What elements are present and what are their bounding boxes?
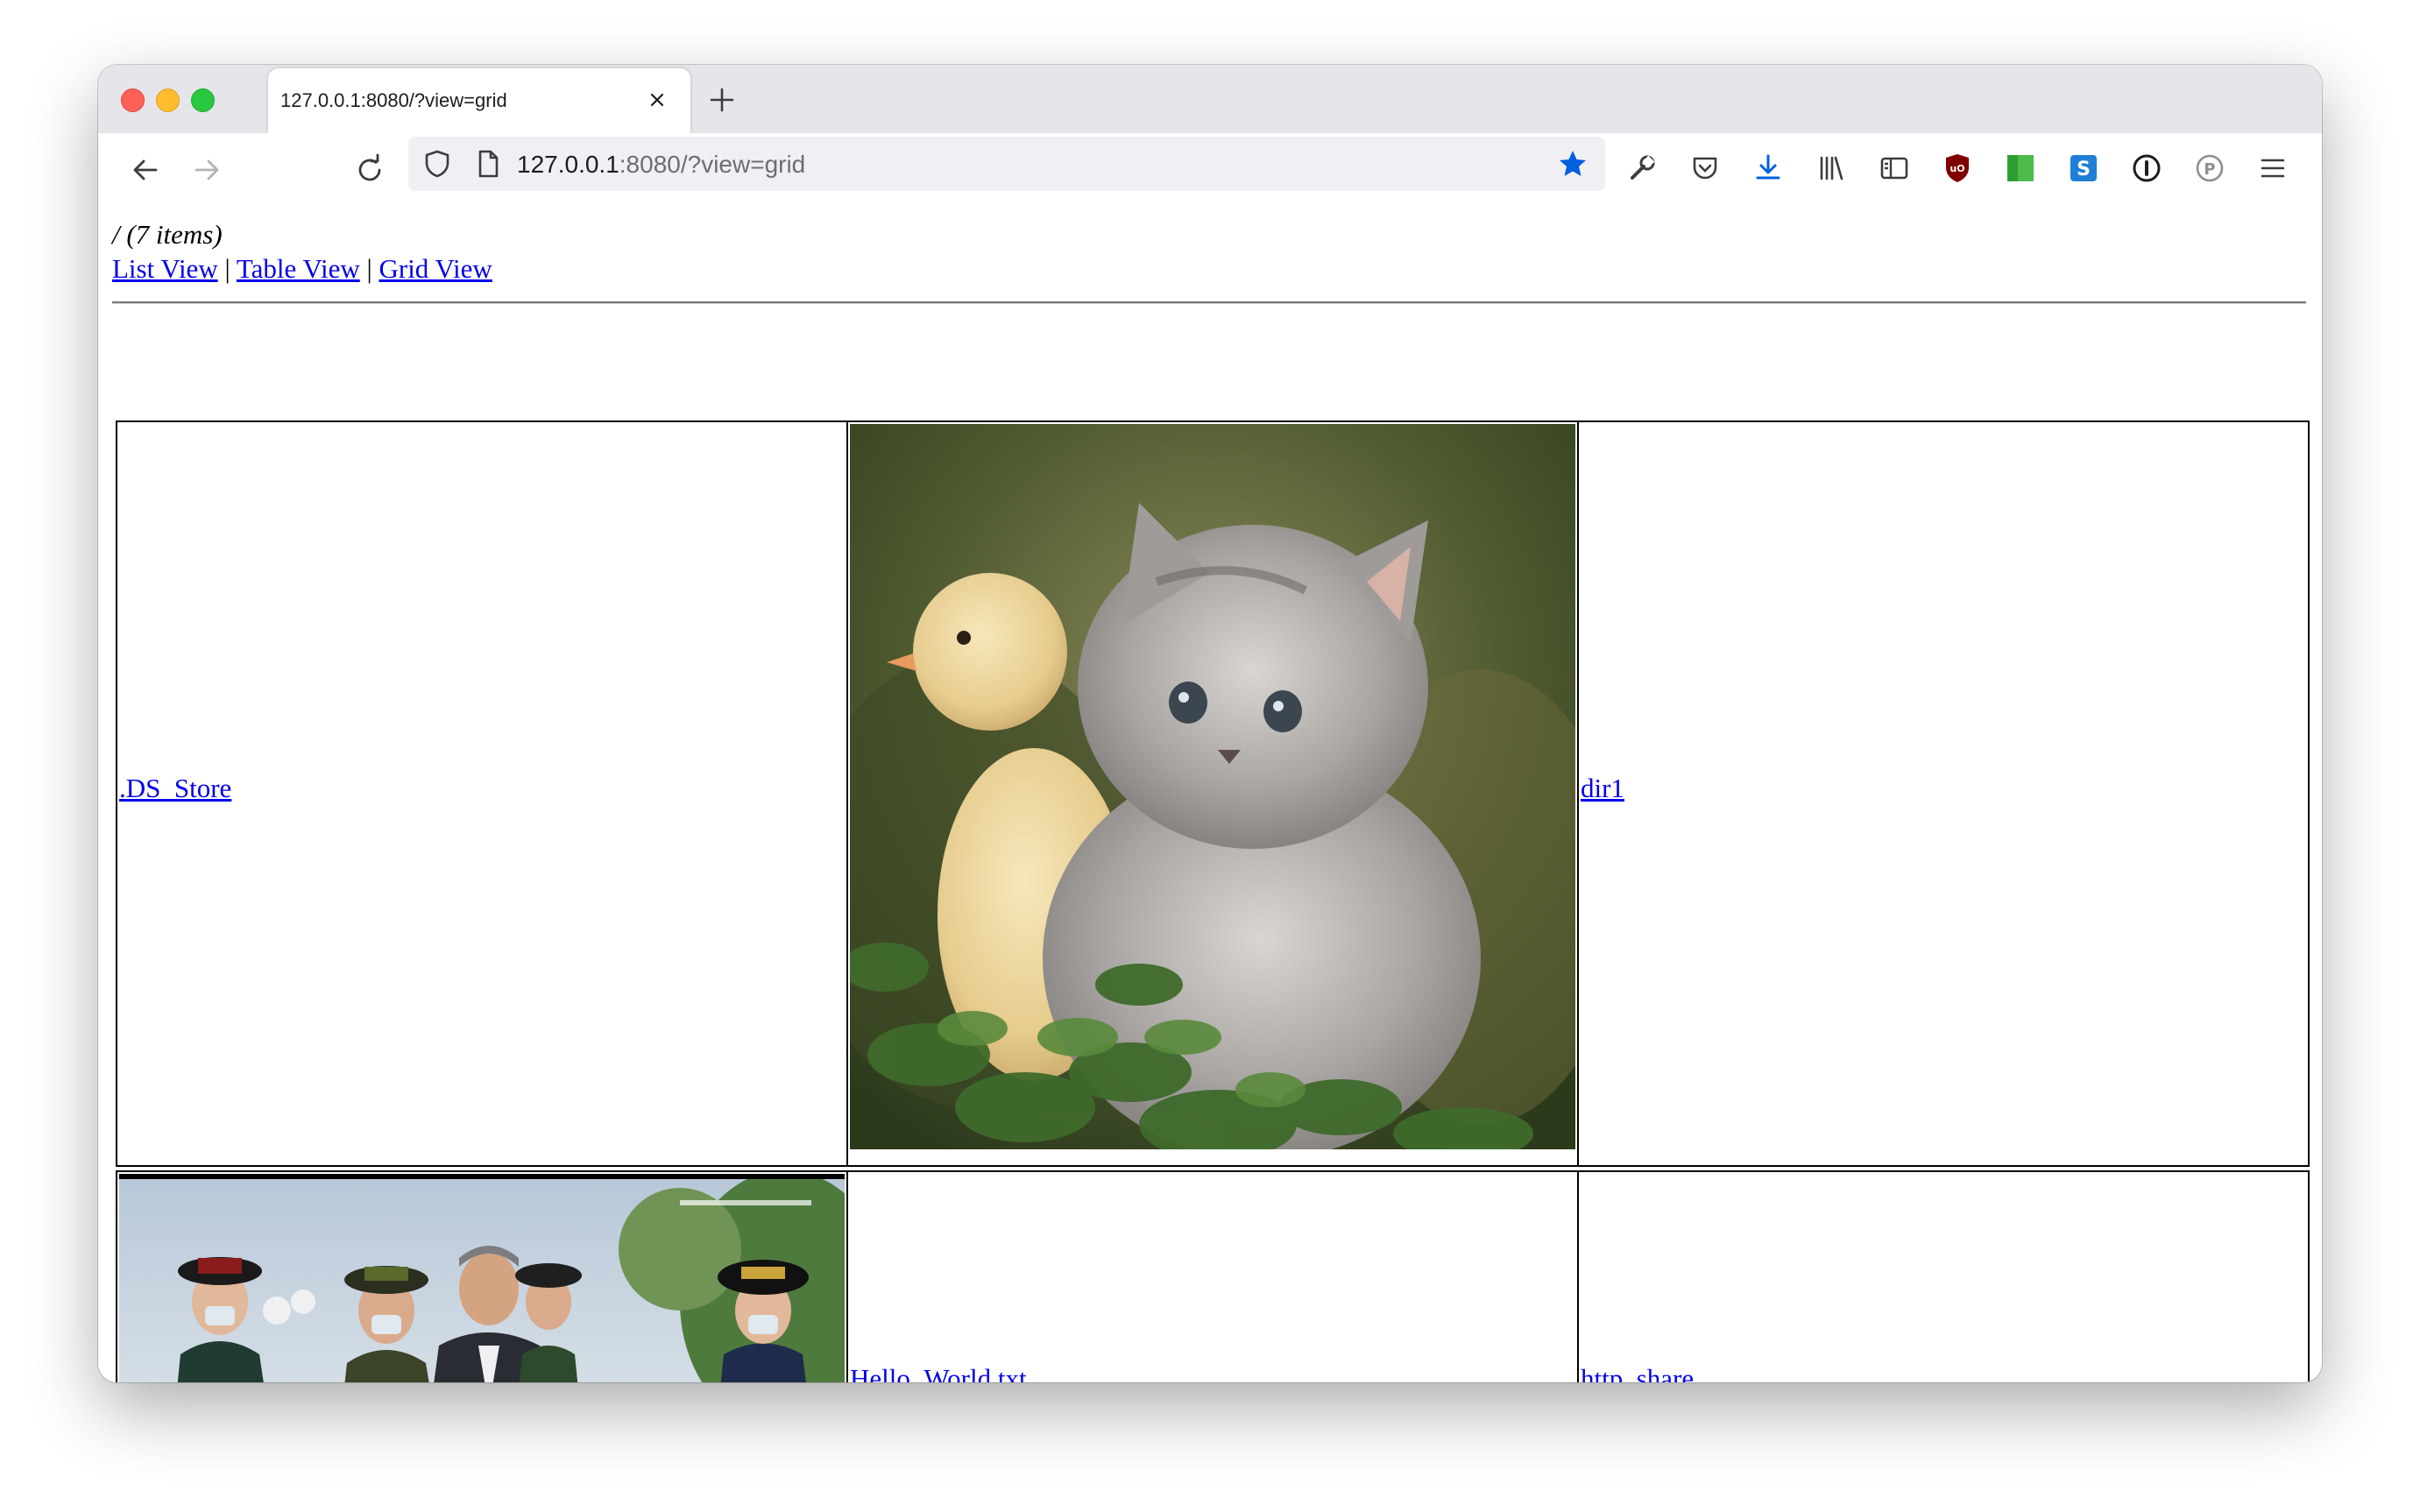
bookmark-star-icon[interactable] [1556,147,1589,180]
zoom-window-button[interactable] [191,88,215,112]
browser-window: 127.0.0.1:8080/?view=grid 127.0.0.1:8080… [98,65,2322,1382]
hamburger-menu-icon[interactable] [2255,151,2290,186]
download-icon[interactable] [1751,151,1786,186]
page-icon[interactable] [471,147,505,180]
new-tab-icon[interactable] [703,81,741,119]
svg-text:P: P [2204,160,2215,179]
minimize-window-button[interactable] [156,88,180,112]
close-tab-icon[interactable] [643,86,671,114]
back-arrow-icon[interactable] [126,151,165,189]
reload-icon[interactable] [350,151,389,189]
kitten-chick-image[interactable] [850,424,1575,1149]
url-path: :8080/?view=grid [619,151,806,178]
folder-link-http-share[interactable]: http_share [1581,1363,1694,1382]
grid-cell-hello-world: Hello_World.txt [846,1170,1579,1382]
password-manager-icon[interactable] [2129,151,2164,186]
url-text[interactable]: 127.0.0.1:8080/?view=grid [517,151,805,179]
view-switcher: List View | Table View | Grid View [112,253,492,285]
officials-illustration [119,1179,845,1382]
url-host: 127.0.0.1 [517,151,619,178]
folder-link-dir1[interactable]: dir1 [1581,773,1624,804]
sidebar-icon[interactable] [1877,151,1912,186]
grid-cell-http-share: http_share [1577,1170,2310,1382]
ublock-origin-icon[interactable]: uO [1940,151,1975,186]
shield-icon[interactable] [421,147,454,180]
svg-text:S: S [2077,159,2091,180]
directory-heading: / (7 items) [112,219,223,250]
grid-cell-dir1: dir1 [1577,420,2310,1167]
forward-arrow-icon[interactable] [188,151,226,189]
kitten-chick-illustration [850,424,1575,1149]
s-extension-icon[interactable]: S [2066,151,2101,186]
svg-text:uO: uO [1949,163,1964,174]
grid-cell-kitten-image [846,420,1579,1167]
library-icon[interactable] [1814,151,1849,186]
pocket-icon[interactable] [1688,151,1723,186]
table-view-link[interactable]: Table View [237,253,360,284]
horizontal-rule [112,301,2306,304]
file-link-hello-world[interactable]: Hello_World.txt [850,1363,1027,1382]
address-bar[interactable]: 127.0.0.1:8080/?view=grid [408,137,1605,191]
grid-cell-ds-store: .DS_Store [116,420,848,1167]
page-content: / (7 items) List View | Table View | Gri… [98,207,2322,1382]
view-separator: | [366,253,372,284]
list-view-link[interactable]: List View [112,253,218,284]
grid-cell-officials-image [116,1170,848,1382]
grid-view-link[interactable]: Grid View [379,253,492,284]
tab-title: 127.0.0.1:8080/?view=grid [280,89,507,111]
tab-bar: 127.0.0.1:8080/?view=grid [98,65,2322,133]
view-separator: | [224,253,230,284]
wrench-icon[interactable] [1624,151,1659,186]
officials-image[interactable] [119,1174,845,1382]
file-link-ds-store[interactable]: .DS_Store [119,773,231,804]
tab-active[interactable]: 127.0.0.1:8080/?view=grid [268,68,690,133]
p-extension-icon[interactable]: P [2192,151,2227,186]
close-window-button[interactable] [121,88,145,112]
green-extension-icon[interactable] [2003,151,2038,186]
